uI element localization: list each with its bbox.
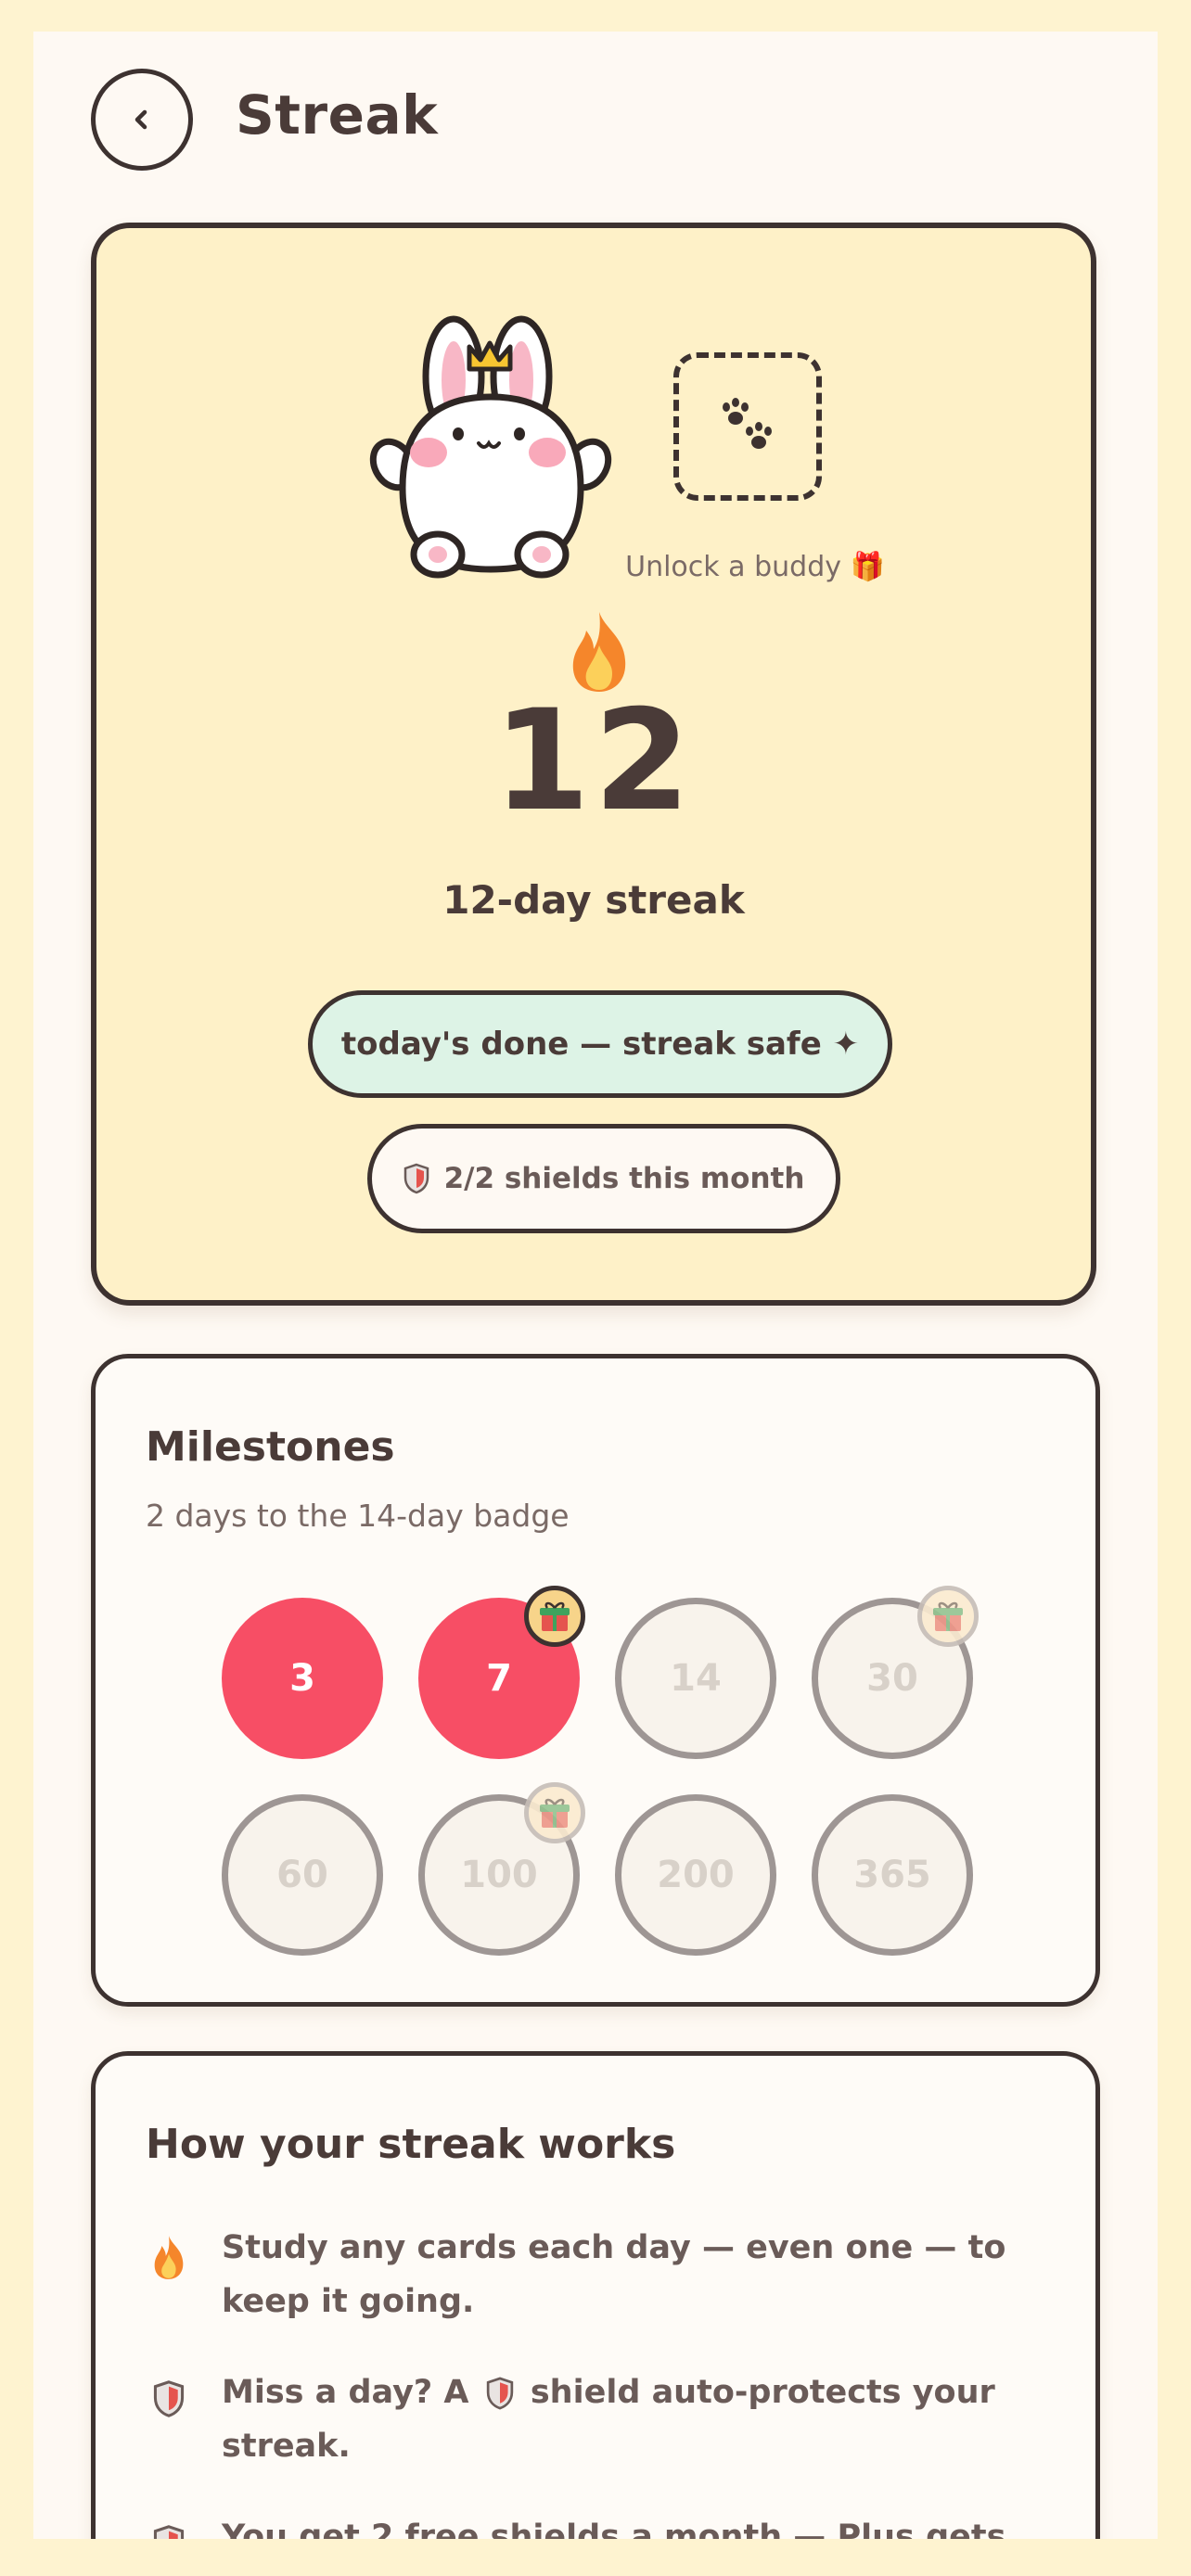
fire-icon	[154, 2236, 184, 2279]
chevron-left-icon	[134, 109, 147, 130]
shields-pill[interactable]: 2/2 shields this month	[367, 1124, 840, 1233]
rule-text: Miss a day? A shield auto-protects your …	[222, 2366, 1018, 2473]
milestone-badge-200[interactable]: 200	[615, 1794, 776, 1956]
how-streak-works-card: How your streak works Study any cards ea…	[91, 2051, 1100, 2539]
milestone-badge-365[interactable]: 365	[812, 1794, 973, 1956]
streak-hero-card: Unlock a buddy 🎁 12 12-day streak today'…	[91, 223, 1096, 1306]
streak-status-pill: today's done — streak safe ✦	[308, 990, 892, 1098]
rule-item: You get 2 free shields a month — Plus ge…	[146, 2510, 1018, 2539]
gift-icon	[524, 1586, 585, 1647]
streak-count: 12	[493, 681, 695, 842]
page-title: Streak	[236, 83, 439, 147]
shield-icon	[153, 2525, 185, 2539]
streak-label: 12-day streak	[442, 877, 745, 923]
rule-item: Miss a day? A shield auto-protects your …	[146, 2366, 1018, 2473]
gift-icon	[524, 1782, 585, 1843]
rule-item: Study any cards each day — even one — to…	[146, 2221, 1018, 2328]
rule-text: Study any cards each day — even one — to…	[222, 2229, 1006, 2320]
milestone-badge-3[interactable]: 3	[222, 1598, 383, 1759]
streak-screen: Streak Unlock a buddy 🎁 12 12-day streak…	[33, 32, 1158, 2539]
how-title: How your streak works	[146, 2121, 676, 2168]
shield-icon	[153, 2380, 185, 2417]
milestones-title: Milestones	[146, 1423, 395, 1471]
shield-icon	[403, 1163, 429, 1194]
shield-icon	[486, 2377, 513, 2410]
back-button[interactable]	[91, 69, 193, 171]
unlock-buddy-slot[interactable]	[673, 352, 822, 501]
bunny-mascot-icon	[369, 315, 612, 579]
shields-pill-label: 2/2 shields this month	[443, 1162, 805, 1195]
paw-print-icon	[723, 398, 772, 449]
milestone-badge-60[interactable]: 60	[222, 1794, 383, 1956]
milestone-badge-14[interactable]: 14	[615, 1598, 776, 1759]
unlock-buddy-label[interactable]: Unlock a buddy 🎁	[616, 551, 894, 583]
milestones-card: Milestones 2 days to the 14-day badge 3 …	[91, 1354, 1100, 2007]
milestones-subtitle: 2 days to the 14-day badge	[146, 1498, 570, 1534]
rule-text: You get 2 free shields a month — Plus ge…	[222, 2519, 1006, 2539]
rule-text-before: Miss a day? A	[222, 2374, 469, 2411]
gift-icon	[917, 1586, 979, 1647]
